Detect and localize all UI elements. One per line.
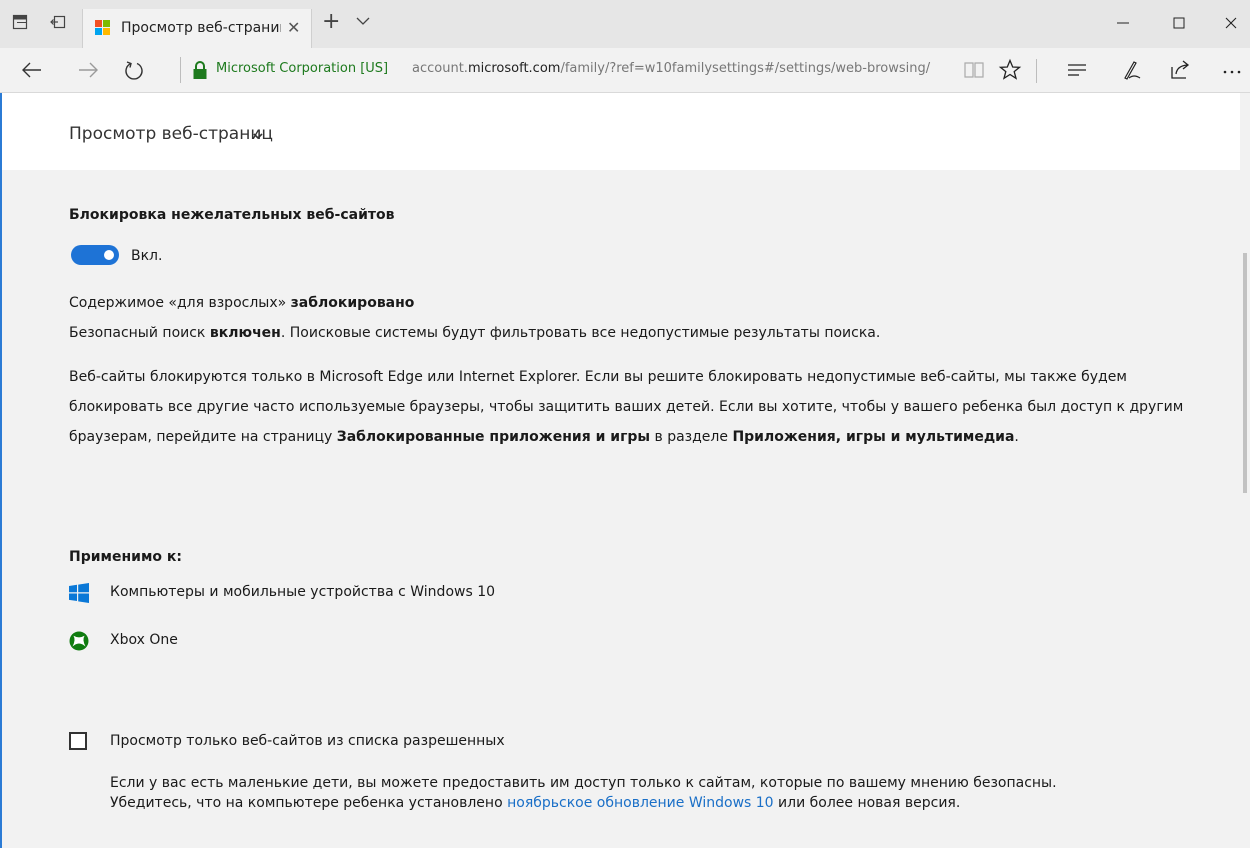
applies-to-heading: Применимо к: bbox=[69, 549, 183, 565]
allowed-list-only-label[interactable]: Просмотр только веб-сайтов из списка раз… bbox=[110, 731, 505, 751]
allowed-list-description-line: Убедитесь, что на компьютере ребенка уст… bbox=[110, 793, 1210, 813]
adult-content-text: Содержимое «для взрослых» bbox=[69, 295, 291, 311]
new-tab-button[interactable]: + bbox=[322, 10, 340, 34]
safe-search-suffix: . Поисковые системы будут фильтровать вс… bbox=[280, 325, 881, 341]
section-header: Просмотр веб-страниц bbox=[2, 93, 1240, 170]
site-identity[interactable]: Microsoft Corporation [US] bbox=[216, 61, 388, 76]
toolbar-separator bbox=[1036, 59, 1037, 83]
tab-preview-icon[interactable] bbox=[12, 14, 28, 30]
hub-icon[interactable] bbox=[1066, 58, 1090, 82]
chevron-down-icon[interactable] bbox=[253, 132, 263, 140]
title-bar: Просмотр веб-страниц ✕ + bbox=[0, 0, 1250, 48]
description-text: Убедитесь, что на компьютере ребенка уст… bbox=[110, 795, 508, 811]
refresh-icon[interactable] bbox=[122, 58, 146, 82]
allowed-list-only-checkbox[interactable] bbox=[69, 732, 87, 750]
tab-active[interactable]: Просмотр веб-страниц ✕ bbox=[82, 9, 312, 48]
lock-icon[interactable] bbox=[192, 60, 208, 80]
close-window-icon[interactable] bbox=[1220, 13, 1242, 33]
scrollbar-thumb[interactable] bbox=[1243, 253, 1247, 493]
safe-search-status: Безопасный поиск включен. Поисковые сист… bbox=[69, 323, 880, 343]
web-note-icon[interactable] bbox=[1120, 58, 1144, 82]
microsoft-logo-icon bbox=[95, 20, 111, 36]
more-icon[interactable] bbox=[1220, 58, 1244, 82]
allowed-list-description-line: Если у вас есть маленькие дети, вы может… bbox=[110, 775, 1057, 791]
toggle-label: Вкл. bbox=[131, 248, 163, 264]
adult-content-state: заблокировано bbox=[290, 295, 415, 311]
description-text: в разделе bbox=[650, 429, 733, 445]
back-arrow-icon[interactable] bbox=[20, 58, 44, 82]
minimize-icon[interactable] bbox=[1112, 13, 1134, 33]
adult-content-status: Содержимое «для взрослых» заблокировано bbox=[69, 293, 414, 313]
reading-view-icon[interactable] bbox=[962, 58, 986, 82]
chevron-down-icon[interactable] bbox=[356, 14, 370, 28]
page-scrollbar[interactable] bbox=[1240, 93, 1250, 848]
address-separator bbox=[180, 57, 181, 83]
url-path: /family/?ref=w10familysettings#/settings… bbox=[560, 61, 931, 76]
browser-restriction-description: Веб-сайты блокируются только в Microsoft… bbox=[69, 362, 1209, 452]
maximize-icon[interactable] bbox=[1168, 13, 1190, 33]
block-sites-heading: Блокировка нежелательных веб-сайтов bbox=[69, 207, 395, 223]
xbox-logo-icon bbox=[69, 631, 89, 651]
apps-games-media-reference: Приложения, игры и мультимедиа bbox=[732, 429, 1015, 445]
url-prefix: account. bbox=[412, 61, 468, 76]
favorite-star-icon[interactable] bbox=[998, 58, 1022, 82]
close-tab-icon[interactable]: ✕ bbox=[287, 18, 300, 37]
windows-update-link[interactable]: ноябрьское обновление Windows 10 bbox=[507, 795, 774, 811]
blocked-apps-reference: Заблокированные приложения и игры bbox=[336, 429, 651, 445]
device-label: Компьютеры и мобильные устройства с Wind… bbox=[110, 584, 496, 600]
tabs-aside-icon[interactable] bbox=[50, 14, 66, 30]
device-label: Xbox One bbox=[110, 632, 178, 648]
safe-search-text: Безопасный поиск bbox=[69, 325, 210, 341]
forward-arrow-icon[interactable] bbox=[76, 58, 100, 82]
description-text: . bbox=[1014, 429, 1019, 445]
windows-logo-icon bbox=[69, 583, 89, 603]
navigation-bar: Microsoft Corporation [US] account.micro… bbox=[0, 48, 1250, 93]
safe-search-state: включен bbox=[209, 325, 281, 341]
share-icon[interactable] bbox=[1168, 58, 1192, 82]
block-sites-toggle[interactable] bbox=[71, 245, 119, 265]
url-domain: microsoft.com bbox=[467, 61, 561, 76]
allowed-list-description: Если у вас есть маленькие дети, вы может… bbox=[110, 773, 1210, 813]
tab-title: Просмотр веб-страниц bbox=[121, 20, 281, 36]
page-content: Просмотр веб-страниц Блокировка нежелате… bbox=[0, 93, 1242, 848]
address-bar[interactable]: account.microsoft.com/family/?ref=w10fam… bbox=[412, 61, 948, 76]
description-text: или более новая версия. bbox=[773, 795, 961, 811]
toggle-knob bbox=[104, 250, 114, 260]
section-dropdown[interactable]: Просмотр веб-страниц bbox=[69, 124, 273, 144]
